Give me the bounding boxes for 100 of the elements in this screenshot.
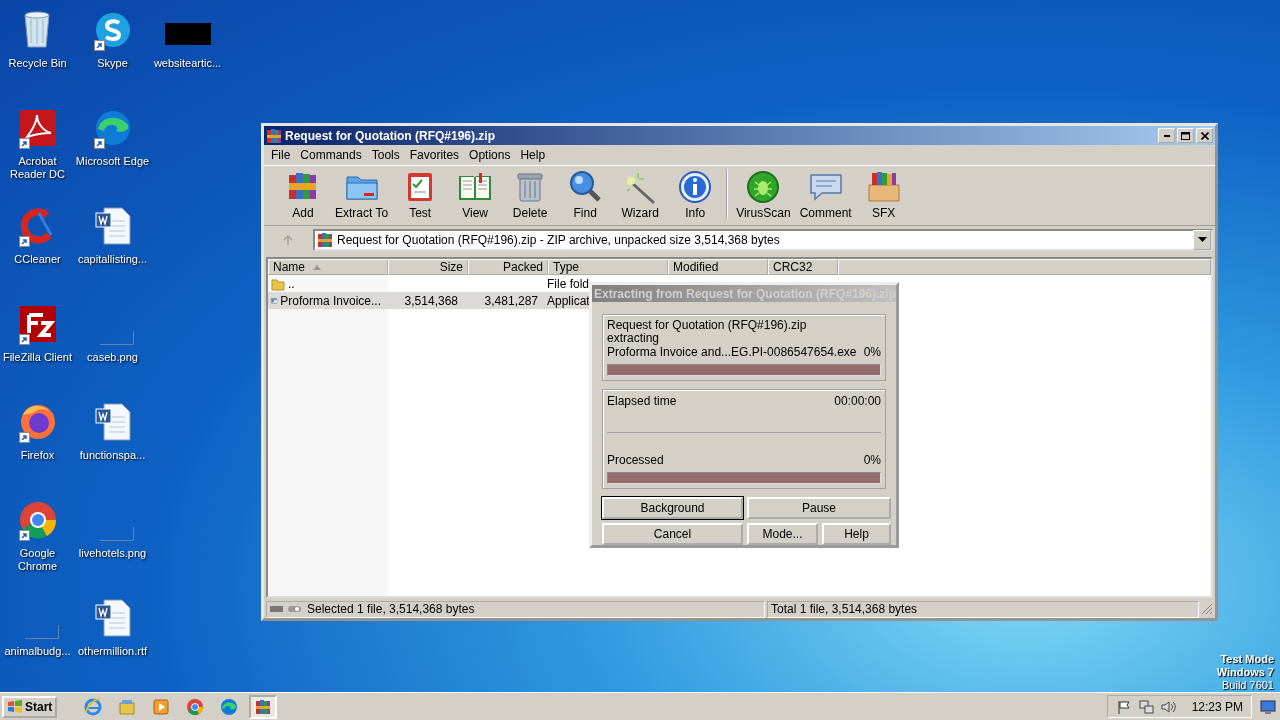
minimize-button[interactable] — [1158, 128, 1175, 143]
show-desktop-button[interactable] — [1260, 699, 1278, 714]
icon-label: animalbudg... — [4, 645, 71, 658]
icon-label: Firefox — [20, 449, 55, 462]
percent-text: 0% — [863, 345, 881, 359]
icon-label: othermillion.rtf — [77, 645, 148, 658]
archive-name: Request for Quotation (RFQ#196).zip — [607, 319, 808, 332]
dialog-button[interactable]: Background — [602, 497, 743, 519]
media-player-icon — [151, 696, 172, 717]
up-arrow-icon — [282, 234, 294, 246]
maximize-icon — [1181, 131, 1190, 140]
clock[interactable]: 12:23 PM — [1191, 699, 1243, 714]
caret-icon — [1197, 237, 1207, 243]
icon-label: Microsoft Edge — [75, 155, 150, 168]
minimize-icon — [1163, 134, 1170, 137]
dialog-button[interactable]: Cancel — [602, 523, 743, 545]
archive-icon — [317, 232, 333, 248]
menu-item[interactable]: Tools — [366, 148, 405, 162]
table-cell: File fold — [547, 276, 590, 291]
column-header[interactable]: CRC32 — [768, 259, 838, 275]
toolbar-button[interactable]: Delete — [503, 169, 558, 221]
taskbar-button[interactable] — [249, 694, 278, 719]
toolbar-button[interactable]: Comment — [795, 169, 856, 221]
field-label: Elapsed time — [607, 394, 677, 408]
icon-label: Google Chrome — [16, 547, 59, 573]
desktop-shortcut[interactable]: capitallisting... — [75, 201, 150, 299]
toolbar-button[interactable]: Info — [668, 169, 723, 221]
os-notice-text: Test Mode — [1219, 653, 1274, 666]
icon-label: Skype — [97, 57, 128, 70]
info-icon — [677, 169, 714, 205]
desktop-shortcut[interactable]: livehotels.png — [75, 495, 150, 593]
desktop-shortcut[interactable]: Google Chrome — [0, 495, 75, 593]
toolbar-button[interactable]: Add — [276, 169, 330, 221]
dialog-button[interactable]: Help — [822, 523, 891, 545]
icon-label: Acrobat Reader DC — [9, 155, 66, 181]
desktop-shortcut[interactable]: animalbudg... — [0, 593, 75, 691]
flag-icon[interactable] — [1115, 698, 1132, 715]
icon-label: websiteartic... — [153, 57, 222, 70]
action-text: extracting — [607, 332, 661, 345]
menu-item[interactable]: Help — [515, 148, 551, 162]
archive-icon — [266, 127, 282, 144]
volume-icon[interactable] — [1159, 698, 1176, 715]
toolbar-button[interactable]: SFX — [856, 169, 911, 221]
windows-logo-icon — [7, 699, 23, 714]
menu-item[interactable]: Favorites — [404, 148, 465, 162]
toolbar-button[interactable]: Test — [393, 169, 448, 221]
file-name: Proforma Invoice... — [280, 293, 381, 308]
column-header[interactable]: Size — [388, 259, 468, 275]
toolbar-button[interactable]: VirusScan — [732, 169, 795, 221]
toolbar-button[interactable]: View — [448, 169, 503, 221]
file-name: Proforma Invoice and...EG.PI-0086547654.exe — [607, 345, 857, 359]
column-header[interactable]: Modified — [668, 259, 768, 275]
drive-icon — [269, 603, 303, 615]
folder-icon — [271, 276, 285, 291]
menu-item[interactable]: Options — [464, 148, 516, 162]
desktop-shortcut[interactable]: Firefox — [0, 397, 75, 495]
dialog-button[interactable]: Pause — [747, 497, 891, 519]
icon-label: caseb.png — [87, 351, 138, 364]
desktop-shortcut[interactable]: caseb.png — [75, 299, 150, 397]
browser-icon — [83, 696, 104, 717]
table-cell: Applicat — [547, 293, 590, 308]
maximize-button[interactable] — [1177, 128, 1194, 143]
close-icon — [1200, 131, 1209, 140]
address-field[interactable]: Request for Quotation (RFQ#196).zip - ZIP archive, unpacked size 3,514,368 bytes — [313, 229, 1213, 251]
desktop-shortcut[interactable]: Skype — [75, 5, 150, 103]
network-icon[interactable] — [1137, 698, 1154, 715]
desktop-shortcut[interactable]: FileZilla Client — [0, 299, 75, 397]
desktop-shortcut[interactable]: Recycle Bin — [0, 5, 75, 103]
toolbar-button[interactable]: Wizard — [613, 169, 668, 221]
status-text: Selected 1 file, 3,514,368 bytes — [307, 602, 475, 616]
window-title: Request for Quotation (RFQ#196).zip — [285, 128, 496, 143]
file-name: .. — [288, 276, 295, 291]
table-cell: 3,481,287 — [484, 293, 538, 308]
size-grip-icon — [1201, 603, 1213, 615]
column-header[interactable]: Name — [268, 259, 388, 275]
desktop-shortcut[interactable]: othermillion.rtf — [75, 593, 150, 691]
column-header[interactable]: Type — [548, 259, 668, 275]
desktop-shortcut[interactable]: Microsoft Edge — [75, 103, 150, 201]
time-value: 00:00:00 — [834, 394, 881, 408]
icon-label: capitallisting... — [77, 253, 148, 266]
dropdown-button[interactable] — [1193, 230, 1211, 250]
desktop-shortcut[interactable]: Acrobat Reader DC — [0, 103, 75, 201]
table-cell: 3,514,368 — [404, 293, 458, 308]
status-text: Total 1 file, 3,514,368 bytes — [771, 602, 918, 616]
icon-label: FileZilla Client — [2, 351, 73, 364]
menu-item[interactable]: Commands — [295, 148, 367, 162]
column-header[interactable]: Packed — [468, 259, 548, 275]
close-button[interactable] — [1196, 128, 1213, 143]
start-button[interactable]: Start — [2, 695, 58, 718]
desktop-shortcut[interactable]: functionspa... — [75, 397, 150, 495]
percent-text: 0% — [863, 453, 881, 467]
desktop-shortcut[interactable]: CCleaner — [0, 201, 75, 299]
toolbar-button[interactable]: Extract To — [331, 169, 393, 221]
toolbar-button[interactable]: Find — [558, 169, 613, 221]
browser-icon — [219, 696, 240, 717]
dialog-button[interactable]: Mode... — [747, 523, 818, 545]
bug-icon — [745, 169, 782, 205]
menu-item[interactable]: File — [266, 148, 296, 162]
monitor-icon — [1260, 699, 1276, 714]
desktop-shortcut[interactable]: websiteartic... — [150, 5, 225, 103]
